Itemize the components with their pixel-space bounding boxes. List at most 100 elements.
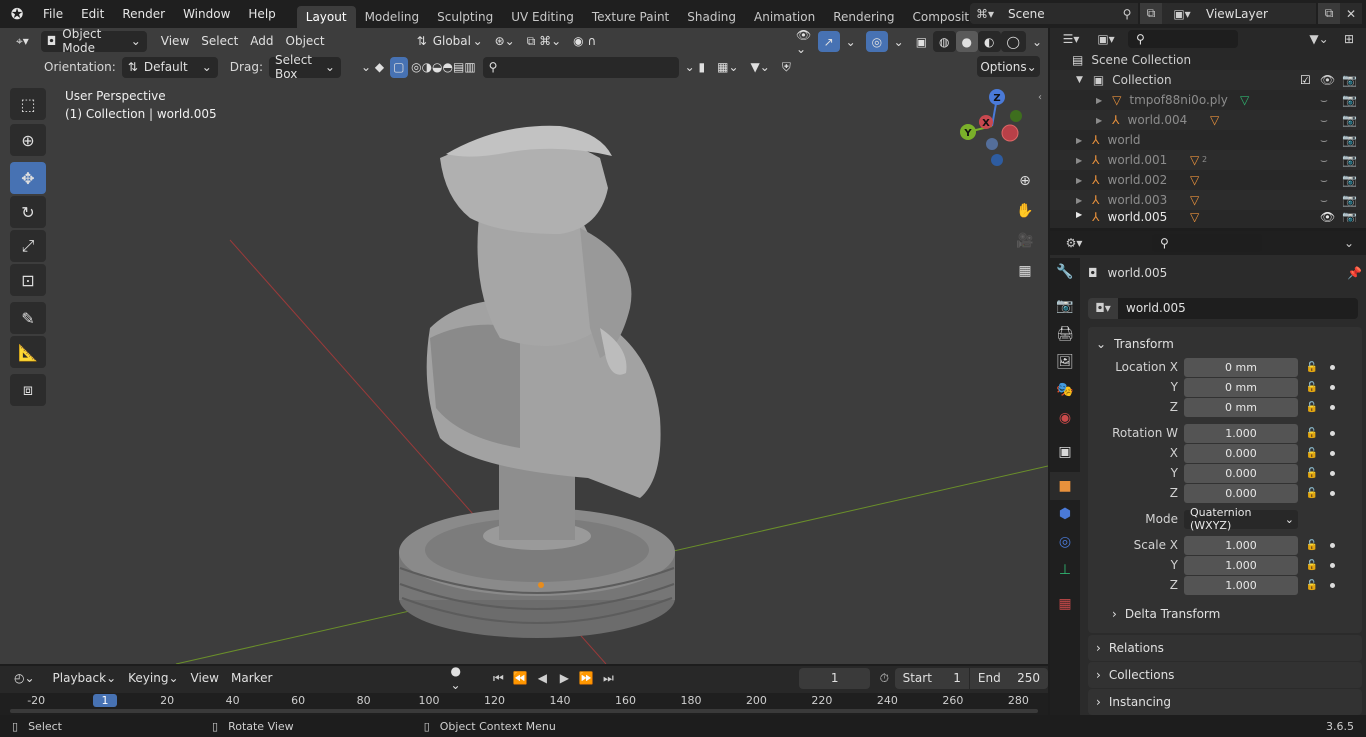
scale-z-field[interactable]: 1.000 [1184, 575, 1298, 595]
transform-orientation-selector[interactable]: ⇅ Global ⌄ [411, 31, 489, 52]
outliner-item-collection[interactable]: ▼ ▣ Collection ☑ 👁 📷 [1050, 70, 1366, 90]
new-scene-icon[interactable]: ⧉ [1140, 3, 1162, 24]
menu-view[interactable]: View [185, 668, 225, 689]
keyframe-dot-icon[interactable] [1330, 470, 1335, 476]
tab-shading[interactable]: Shading [678, 6, 745, 28]
snap-button[interactable]: ⧉ ⌘⌄ [521, 31, 567, 52]
filter-mesh-icon[interactable]: ◎◑◒◓▤▥ [408, 57, 479, 78]
object-icon[interactable]: ■ [1050, 472, 1080, 500]
keyframe-dot-icon[interactable] [1330, 490, 1335, 496]
view-layer-field[interactable]: ViewLayer [1198, 3, 1316, 24]
record-button[interactable]: ● ⌄ [444, 664, 479, 692]
properties-editor-icon[interactable]: ⚙▾ [1058, 233, 1090, 254]
eye-closed-icon[interactable]: ⌣ [1320, 153, 1328, 168]
add-cube-icon[interactable]: ⧈ [10, 374, 46, 406]
display-mode-icon[interactable]: ▣▾ [1090, 29, 1122, 50]
pivot-point-button[interactable]: ⊛⌄ [489, 31, 521, 52]
menu-view[interactable]: View [155, 31, 195, 52]
scale-y-field[interactable]: 1.000 [1184, 555, 1298, 575]
keyframe-dot-icon[interactable] [1330, 542, 1335, 548]
drag-dropdown[interactable]: Select Box ⌄ [268, 53, 341, 81]
rotation-x-field[interactable]: 0.000 [1184, 443, 1298, 463]
tab-rendering[interactable]: Rendering [824, 6, 903, 28]
rotation-y-field[interactable]: 0.000 [1184, 463, 1298, 483]
object-name-field[interactable]: world.005 [1118, 297, 1358, 319]
instancing-panel[interactable]: › Instancing [1088, 689, 1362, 715]
view-layer-icon[interactable]: ▣▾ [1166, 3, 1198, 24]
lock-icon[interactable]: 🔓 [1304, 448, 1320, 459]
menu-file[interactable]: File [34, 7, 72, 21]
modifiers-icon[interactable]: ⬢ [1050, 500, 1080, 528]
prev-keyframe-icon[interactable]: ⏪ [509, 668, 531, 689]
stopwatch-icon[interactable]: ⏱ [874, 668, 895, 689]
texture-icon[interactable]: ▦ [1050, 590, 1080, 618]
lock-icon[interactable]: 🔓 [1304, 382, 1320, 393]
shading-rendered-icon[interactable]: ◯ [1000, 31, 1026, 52]
location-y-field[interactable]: 0 mm [1184, 377, 1298, 397]
gizmo-dropdown-icon[interactable]: ⌄ [840, 31, 862, 52]
rotation-mode-dropdown[interactable]: Quaternion (WXYZ) ⌄ [1184, 506, 1298, 532]
editor-type-button[interactable]: ⌖▾ [10, 31, 35, 52]
menu-marker[interactable]: Marker [225, 668, 278, 689]
camera-icon[interactable]: 📷 [1342, 153, 1357, 167]
new-view-layer-icon[interactable]: ⧉ [1318, 3, 1340, 24]
outliner-root[interactable]: ▤ Scene Collection [1050, 50, 1366, 70]
mode-selector[interactable]: ◘ Object Mode ⌄ [40, 28, 147, 55]
menu-edit[interactable]: Edit [72, 7, 113, 21]
outliner-item-world[interactable]: ▶ ⅄ world ⌣ 📷 [1050, 130, 1366, 150]
eye-icon[interactable]: 👁 [1320, 73, 1335, 87]
eye-closed-icon[interactable]: ⌣ [1320, 193, 1328, 208]
lock-icon[interactable]: 🔓 [1304, 468, 1320, 479]
overlay-toggle-icon[interactable]: ◎ [865, 31, 888, 52]
lock-icon[interactable]: 🔓 [1304, 402, 1320, 413]
viewport-search-input[interactable]: ⚲ [482, 56, 679, 78]
location-x-field[interactable]: 0 mm [1184, 357, 1298, 377]
camera-icon[interactable]: 📷 [1342, 73, 1357, 87]
lock-icon[interactable]: 🔓 [1304, 540, 1320, 551]
outliner-item-world003[interactable]: ▶ ⅄ world.003 ▽ ⌣ 📷 [1050, 190, 1366, 210]
tab-animation[interactable]: Animation [745, 6, 824, 28]
checkbox-icon[interactable]: ☑ [1300, 73, 1311, 87]
constraints-icon[interactable]: ⊥ [1050, 556, 1080, 584]
annotate-icon[interactable]: ✎ [10, 302, 46, 334]
keyframe-dot-icon[interactable] [1330, 404, 1335, 410]
camera-icon[interactable]: 🎥 [1012, 228, 1038, 254]
menu-keying[interactable]: Keying ⌄ [122, 668, 184, 689]
scale-icon[interactable]: ⤢ [10, 230, 46, 262]
start-frame-field[interactable]: Start 1 [894, 667, 969, 689]
move-icon[interactable]: ✥ [10, 162, 46, 194]
camera-icon[interactable]: 📷 [1342, 210, 1357, 222]
tool-settings-icon[interactable]: 🔧 [1050, 258, 1080, 286]
tab-uv-editing[interactable]: UV Editing [502, 6, 583, 28]
tab-layout[interactable]: Layout [296, 6, 356, 28]
sidebar-toggle-icon[interactable]: ‹ [1038, 92, 1042, 103]
menu-add[interactable]: Add [244, 31, 279, 52]
eye-closed-icon[interactable]: ⌣ [1320, 173, 1328, 188]
pin-icon[interactable]: 📌 [1347, 266, 1362, 280]
select-box-icon[interactable]: ⬚ [10, 88, 46, 120]
scale-x-field[interactable]: 1.000 [1184, 535, 1298, 555]
keyframe-dot-icon[interactable] [1330, 430, 1335, 436]
properties-options-icon[interactable]: ⌄ [1338, 233, 1360, 254]
select-mode-icon[interactable]: ▢ [390, 56, 409, 78]
current-frame-field[interactable]: 1 [799, 667, 870, 689]
scene-icon[interactable]: ⌘▾ [970, 3, 1000, 24]
datablock-browse-icon[interactable]: ◘▾ [1088, 297, 1118, 319]
physics-icon[interactable]: ◎ [1050, 528, 1080, 556]
shading-dropdown-icon[interactable]: ⌄ [1026, 31, 1048, 52]
filter-icon[interactable]: ▼⌄ [1304, 29, 1334, 50]
lock-icon[interactable]: 🔓 [1304, 560, 1320, 571]
jump-end-icon[interactable]: ⏭ [597, 668, 619, 689]
transform-header[interactable]: ⌄ Transform [1088, 331, 1362, 357]
new-collection-icon[interactable]: ⊞ [1338, 29, 1360, 50]
end-frame-field[interactable]: End 250 [969, 667, 1048, 689]
eye-closed-icon[interactable]: ⌣ [1320, 113, 1328, 128]
collections-panel[interactable]: › Collections [1088, 662, 1362, 688]
overlay-dropdown-icon[interactable]: ⌄ [888, 31, 910, 52]
menu-select[interactable]: Select [195, 31, 244, 52]
current-frame-marker[interactable]: 1 [92, 694, 117, 707]
outliner-item-world004[interactable]: ▶ ⅄ world.004 ▽ ⌣ 📷 [1050, 110, 1366, 130]
keyframe-dot-icon[interactable] [1330, 364, 1335, 370]
shading-solid-icon[interactable]: ● [955, 31, 979, 52]
outliner-item-world002[interactable]: ▶ ⅄ world.002 ▽ ⌣ 📷 [1050, 170, 1366, 190]
